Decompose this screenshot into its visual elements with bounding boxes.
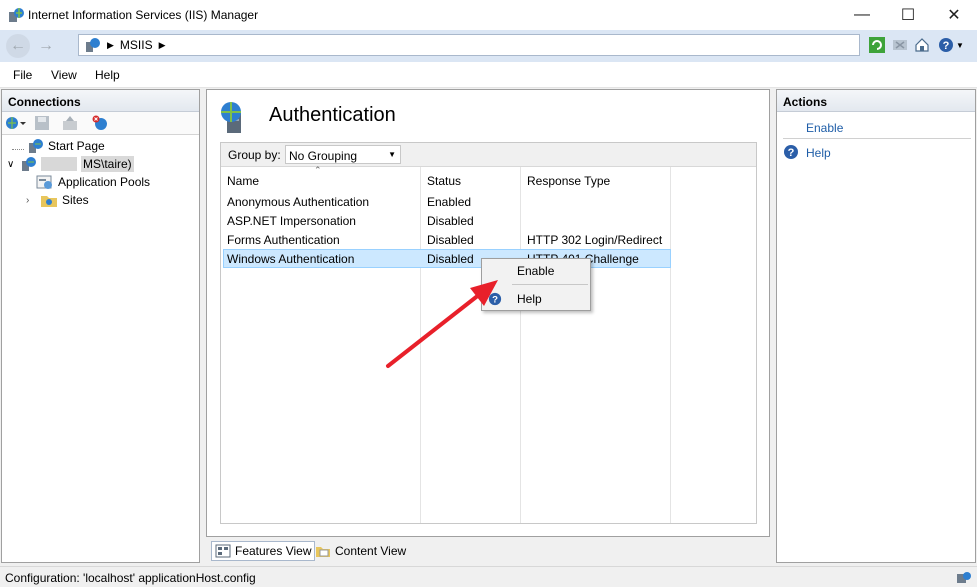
connect-globe-icon[interactable] [5, 115, 27, 131]
features-view-icon [215, 544, 231, 558]
address-segment[interactable]: MSIIS [120, 38, 153, 52]
tree-label-start-page: Start Page [48, 139, 105, 153]
tree-label-app-pools: Application Pools [58, 175, 151, 189]
row-status: Enabled [427, 195, 472, 209]
status-icon [957, 572, 971, 583]
help-dropdown[interactable]: ? ▼ [938, 36, 968, 54]
column-header-status[interactable]: Status [427, 174, 461, 188]
address-bar: ← → ▶ MSIIS ▶ ? ▼ [0, 30, 977, 62]
sites-folder-icon [41, 196, 57, 207]
close-button[interactable]: ✕ [931, 0, 977, 30]
tree-item-server[interactable]: ∨ MS\taire) [7, 155, 134, 173]
context-help-label: Help [517, 292, 542, 306]
row-name: ASP.NET Impersonation [227, 214, 356, 228]
table-row[interactable]: ASP.NET Impersonation Disabled [223, 211, 671, 230]
row-status: Disabled [427, 214, 474, 228]
tree-item-app-pools[interactable]: Application Pools [36, 173, 150, 191]
up-level-icon[interactable] [62, 115, 78, 131]
minimize-button[interactable]: — [839, 0, 885, 30]
divider [512, 284, 588, 285]
window-title: Internet Information Services (IIS) Mana… [28, 8, 259, 22]
home-icon[interactable] [913, 36, 931, 54]
tree-label-sites: Sites [62, 193, 89, 207]
chevron-down-icon: ▼ [388, 150, 396, 159]
column-header-response[interactable]: Response Type [527, 174, 610, 188]
row-response: HTTP 302 Login/Redirect [527, 233, 663, 247]
chevron-right-icon: ▶ [158, 39, 166, 50]
menu-file[interactable]: File [13, 68, 32, 82]
stop-icon[interactable] [891, 36, 909, 54]
disconnect-icon[interactable] [92, 115, 108, 131]
actions-title: Actions [777, 90, 975, 112]
action-help-link[interactable]: Help [806, 146, 831, 160]
row-status: Disabled [427, 252, 474, 266]
tree-item-sites[interactable]: › Sites [26, 191, 89, 209]
tree-label-server: MS\taire) [81, 156, 134, 172]
server-icon [22, 157, 36, 171]
tab-label: Features View [235, 544, 312, 558]
table-row[interactable]: Forms Authentication Disabled HTTP 302 L… [223, 230, 671, 249]
forward-button[interactable]: → [34, 34, 58, 58]
page-title: Authentication [269, 104, 396, 126]
tree-item-start-page[interactable]: Start Page [12, 137, 105, 155]
tab-content-view[interactable]: Content View [312, 541, 409, 561]
tree-connector [12, 142, 24, 150]
content-view-icon [316, 547, 330, 557]
tab-features-view[interactable]: Features View [211, 541, 316, 561]
help-icon: ? [784, 145, 798, 159]
chevron-right-icon: ▶ [107, 39, 114, 50]
server-icon [86, 38, 100, 52]
iis-app-icon [9, 8, 24, 22]
row-status: Disabled [427, 233, 474, 247]
save-icon[interactable] [34, 115, 50, 131]
redacted-block [41, 157, 77, 171]
help-icon: ? [939, 38, 953, 52]
svg-text:?: ? [943, 40, 950, 52]
sort-indicator-icon: ⌃ [314, 165, 322, 175]
status-bar: Configuration: 'localhost' applicationHo… [0, 566, 977, 587]
action-enable-link[interactable]: Enable [806, 121, 843, 135]
row-name: Forms Authentication [227, 233, 340, 247]
menu-view[interactable]: View [51, 68, 77, 82]
chevron-down-icon: ▼ [956, 40, 964, 50]
authentication-icon [221, 102, 241, 133]
maximize-button[interactable]: ☐ [885, 0, 931, 30]
svg-text:?: ? [788, 147, 795, 159]
chevron-right-icon[interactable]: › [26, 195, 36, 206]
group-by-value: No Grouping [289, 149, 358, 163]
refresh-icon[interactable] [868, 36, 886, 54]
connections-toolbar [2, 112, 199, 135]
address-field[interactable]: ▶ MSIIS ▶ [78, 34, 860, 56]
divider [783, 138, 971, 139]
table-row-selected[interactable]: Windows Authentication Disabled HTTP 401… [223, 249, 671, 268]
connections-title: Connections [2, 90, 199, 112]
status-text: Configuration: 'localhost' applicationHo… [5, 571, 256, 585]
connections-panel: Connections Start Page ∨ MS\taire) Appli… [1, 89, 200, 563]
row-name: Windows Authentication [227, 252, 355, 266]
back-button[interactable]: ← [6, 34, 30, 58]
start-page-icon [29, 139, 43, 153]
title-bar: Internet Information Services (IIS) Mana… [0, 0, 977, 30]
group-by-label: Group by: [228, 148, 281, 162]
group-by-select[interactable]: No Grouping ▼ [285, 145, 401, 164]
chevron-down-icon[interactable]: ∨ [7, 159, 17, 170]
view-tabs: Features View Content View [206, 537, 770, 563]
tab-label: Content View [335, 544, 407, 558]
group-by-bar: Group by: No Grouping ▼ [221, 143, 756, 167]
menu-help[interactable]: Help [95, 68, 120, 82]
row-name: Anonymous Authentication [227, 195, 370, 209]
column-header-name[interactable]: Name [227, 174, 259, 188]
actions-panel: Actions Enable ? Help [776, 89, 976, 563]
context-enable-label: Enable [517, 264, 555, 278]
table-row[interactable]: Anonymous Authentication Enabled [223, 192, 671, 211]
application-pools-icon [36, 175, 52, 189]
menu-bar: File View Help [0, 62, 977, 88]
annotation-arrow [386, 280, 498, 368]
